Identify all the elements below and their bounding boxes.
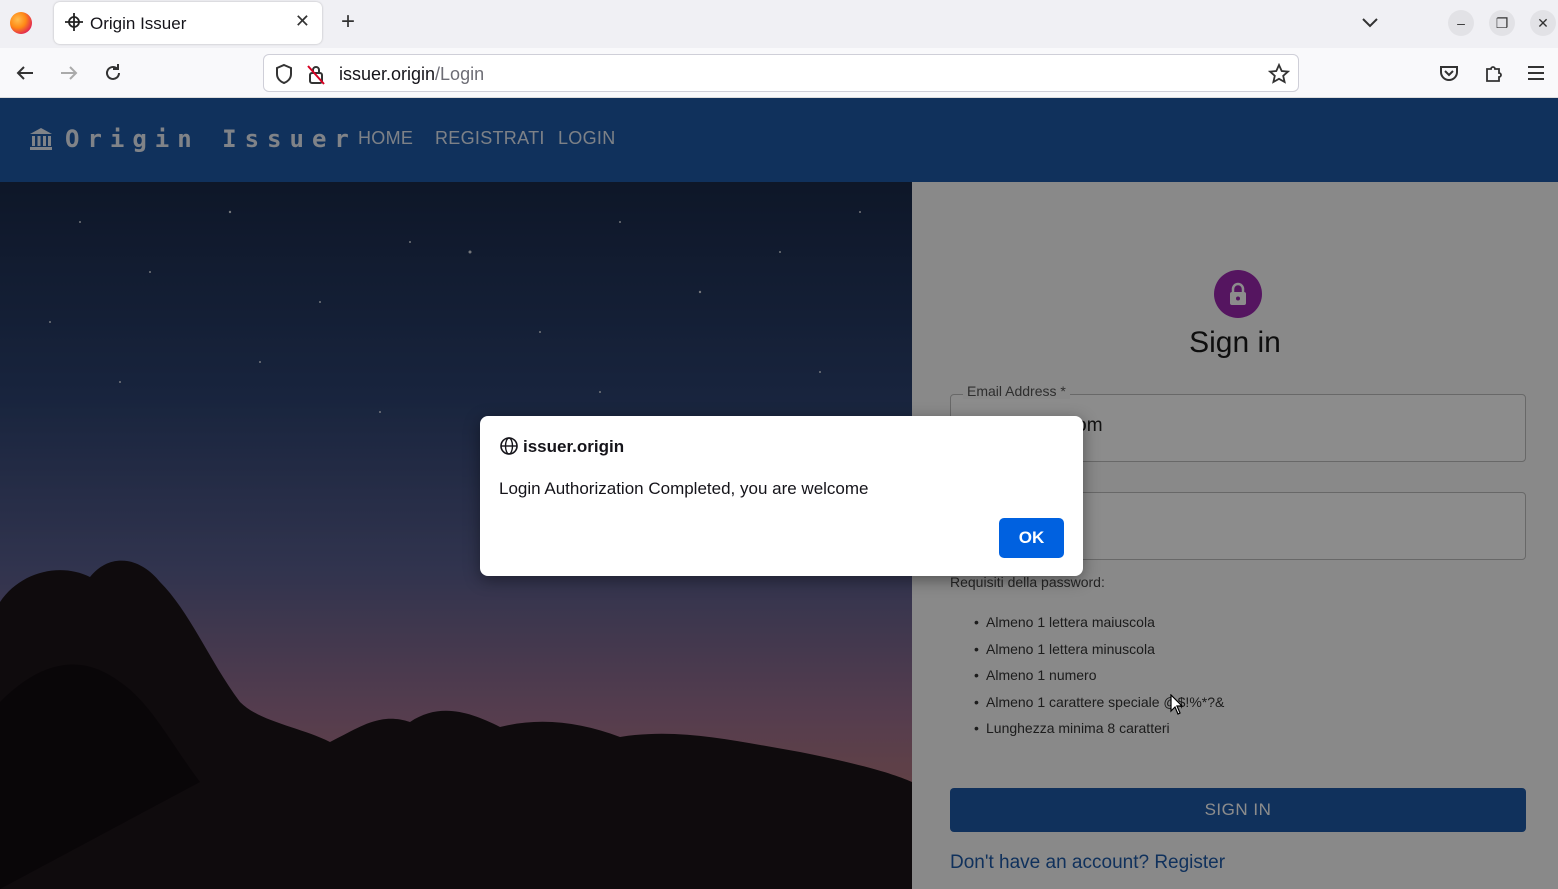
close-window-button[interactable]: ✕ xyxy=(1530,10,1556,36)
alert-dialog: issuer.origin Login Authorization Comple… xyxy=(480,416,1083,576)
browser-tab-bar: Origin Issuer ✕ + – ❐ ✕ xyxy=(0,0,1558,48)
restore-button[interactable]: ❐ xyxy=(1489,10,1515,36)
dialog-message: Login Authorization Completed, you are w… xyxy=(499,479,869,498)
url-bar[interactable]: issuer.origin/Login xyxy=(263,54,1299,92)
url-text[interactable]: issuer.origin/Login xyxy=(339,64,484,85)
back-arrow-icon[interactable] xyxy=(14,62,36,84)
insecure-lock-icon[interactable] xyxy=(306,63,326,85)
mouse-cursor-icon xyxy=(1170,694,1184,715)
firefox-logo-icon xyxy=(10,12,32,34)
shield-icon[interactable] xyxy=(274,63,294,85)
globe-icon xyxy=(500,437,518,455)
ok-button[interactable]: OK xyxy=(999,518,1064,558)
browser-nav-bar: issuer.origin/Login xyxy=(0,48,1558,98)
tab-close-icon[interactable]: ✕ xyxy=(295,11,310,32)
bookmark-star-icon[interactable] xyxy=(1268,63,1290,85)
extensions-puzzle-icon[interactable] xyxy=(1482,62,1504,84)
tab-title: Origin Issuer xyxy=(90,14,187,33)
url-path: /Login xyxy=(435,64,485,84)
url-host: issuer.origin xyxy=(339,64,436,84)
new-tab-button[interactable]: + xyxy=(336,10,360,34)
chevron-down-icon[interactable] xyxy=(1360,12,1380,32)
minimize-button[interactable]: – xyxy=(1448,10,1474,36)
dialog-origin: issuer.origin xyxy=(523,437,625,456)
forward-arrow-icon[interactable] xyxy=(58,62,80,84)
reload-icon[interactable] xyxy=(102,62,124,84)
hamburger-menu-icon[interactable] xyxy=(1525,62,1547,84)
crosshair-icon xyxy=(65,13,83,31)
browser-tab[interactable]: Origin Issuer ✕ xyxy=(54,2,322,44)
pocket-icon[interactable] xyxy=(1438,62,1460,84)
